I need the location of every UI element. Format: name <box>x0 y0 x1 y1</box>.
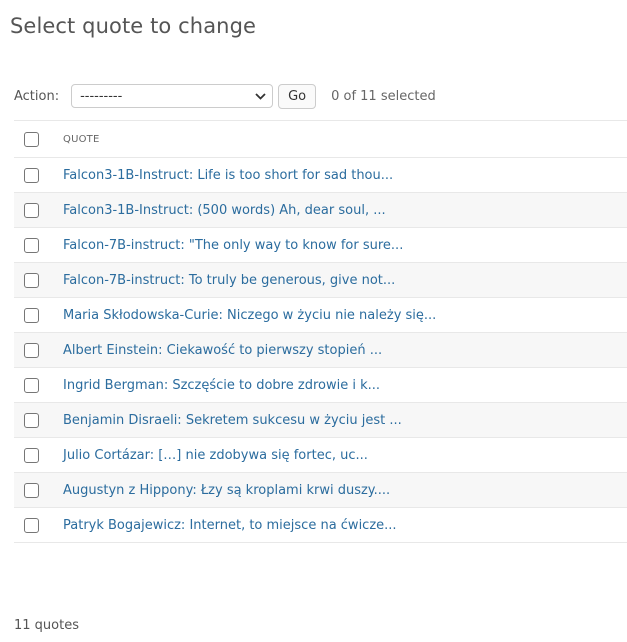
table-row: Falcon3-1B-Instruct: Life is too short f… <box>14 158 627 193</box>
table-header-row: QUOTE <box>14 121 627 158</box>
table-row: Falcon-7B-instruct: To truly be generous… <box>14 263 627 298</box>
go-button[interactable]: Go <box>278 83 317 109</box>
quote-link[interactable]: Ingrid Bergman: Szczęście to dobre zdrow… <box>63 378 380 393</box>
selection-counter: 0 of 11 selected <box>331 88 436 104</box>
row-checkbox[interactable] <box>24 412 39 428</box>
quote-link[interactable]: Patryk Bogajewicz: Internet, to miejsce … <box>63 518 397 533</box>
table-row: Falcon3-1B-Instruct: (500 words) Ah, dea… <box>14 193 627 228</box>
results-table: QUOTE Falcon3-1B-Instruct: Life is too s… <box>14 120 627 543</box>
row-checkbox[interactable] <box>24 342 39 358</box>
quote-link[interactable]: Albert Einstein: Ciekawość to pierwszy s… <box>63 343 382 358</box>
action-label: Action: <box>14 88 60 104</box>
table-row: Falcon-7B-instruct: "The only way to kno… <box>14 228 627 263</box>
paginator: 11 quotes <box>14 618 79 633</box>
quote-link[interactable]: Falcon-7B-instruct: To truly be generous… <box>63 273 395 288</box>
quote-link[interactable]: Benjamin Disraeli: Sekretem sukcesu w ży… <box>63 413 402 428</box>
quote-link[interactable]: Augustyn z Hippony: Łzy są kroplami krwi… <box>63 483 390 498</box>
action-select[interactable]: --------- <box>71 84 274 108</box>
row-checkbox[interactable] <box>24 447 39 463</box>
column-header-quote[interactable]: QUOTE <box>63 134 100 145</box>
action-select-value: --------- <box>80 88 123 104</box>
row-checkbox[interactable] <box>24 517 39 533</box>
row-checkbox[interactable] <box>24 377 39 393</box>
quote-link[interactable]: Maria Skłodowska-Curie: Niczego w życiu … <box>63 308 436 323</box>
row-checkbox[interactable] <box>24 167 39 183</box>
table-row: Augustyn z Hippony: Łzy są kroplami krwi… <box>14 473 627 508</box>
quote-link[interactable]: Julio Cortázar: […] nie zdobywa się fort… <box>63 448 368 463</box>
table-row: Patryk Bogajewicz: Internet, to miejsce … <box>14 508 627 543</box>
row-checkbox[interactable] <box>24 482 39 498</box>
table-row: Maria Skłodowska-Curie: Niczego w życiu … <box>14 298 627 333</box>
table-row: Ingrid Bergman: Szczęście to dobre zdrow… <box>14 368 627 403</box>
quote-link[interactable]: Falcon3-1B-Instruct: (500 words) Ah, dea… <box>63 203 386 218</box>
table-row: Albert Einstein: Ciekawość to pierwszy s… <box>14 333 627 368</box>
row-checkbox[interactable] <box>24 202 39 218</box>
select-all-checkbox[interactable] <box>24 131 39 147</box>
row-checkbox[interactable] <box>24 307 39 323</box>
chevron-down-icon <box>254 91 266 101</box>
actions-bar: Action: --------- Go 0 of 11 selected <box>14 82 627 110</box>
quote-link[interactable]: Falcon3-1B-Instruct: Life is too short f… <box>63 168 393 183</box>
row-checkbox[interactable] <box>24 272 39 288</box>
row-checkbox[interactable] <box>24 237 39 253</box>
table-row: Julio Cortázar: […] nie zdobywa się fort… <box>14 438 627 473</box>
page-title: Select quote to change <box>10 14 257 38</box>
quote-link[interactable]: Falcon-7B-instruct: "The only way to kno… <box>63 238 403 253</box>
table-row: Benjamin Disraeli: Sekretem sukcesu w ży… <box>14 403 627 438</box>
